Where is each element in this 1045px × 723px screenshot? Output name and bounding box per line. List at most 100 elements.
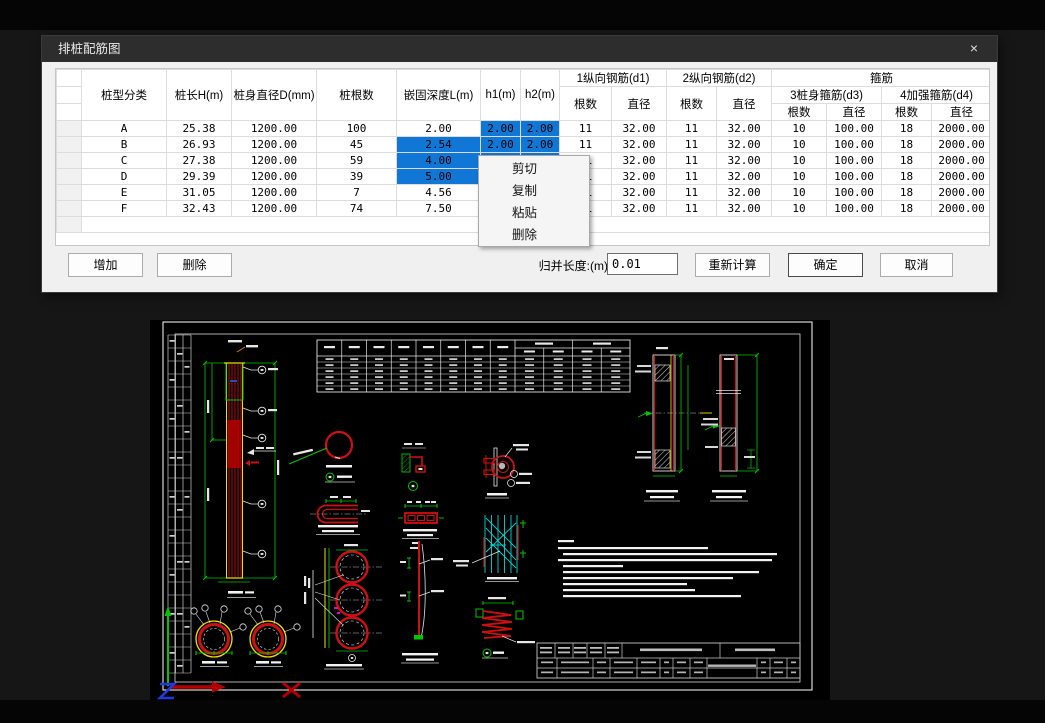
grid-cell-r2c3[interactable]: 59 [317,153,397,169]
grid-cell-r5c10[interactable]: 32.00 [717,201,772,217]
grid-cell-r3c8[interactable]: 32.00 [612,169,667,185]
grid-cell-r0c3[interactable]: 100 [317,121,397,137]
grid-cell-r5c9[interactable]: 11 [667,201,717,217]
grid-cell-r0c12[interactable]: 100.00 [827,121,882,137]
grid-cell-r4c9[interactable]: 11 [667,185,717,201]
grid-cell-r5c12[interactable]: 100.00 [827,201,882,217]
grid-cell-r0c9[interactable]: 11 [667,121,717,137]
grid-cell-r3c9[interactable]: 11 [667,169,717,185]
col-header-pile-type[interactable]: 桩型分类 [82,70,167,121]
grid-cell-r3c4[interactable]: 5.00 [397,169,481,185]
grid-cell-r3c10[interactable]: 32.00 [717,169,772,185]
grid-cell-r2c8[interactable]: 32.00 [612,153,667,169]
grid-cell-r5c13[interactable]: 18 [882,201,932,217]
grid-cell-r2c1[interactable]: 27.38 [167,153,232,169]
grid-cell-r3c12[interactable]: 100.00 [827,169,882,185]
row-header[interactable] [57,185,82,201]
grid-cell-r2c0[interactable]: C [82,153,167,169]
grid-cell-r4c4[interactable]: 4.56 [397,185,481,201]
grid-cell-r5c0[interactable]: F [82,201,167,217]
grid-cell-r3c1[interactable]: 29.39 [167,169,232,185]
col-header-d3-dia[interactable]: 直径 [827,104,882,121]
delete-button[interactable]: 删除 [157,253,232,277]
grid-cell-r5c1[interactable]: 32.43 [167,201,232,217]
grid-cell-r2c14[interactable]: 2000.00 [932,153,990,169]
row-header[interactable] [57,121,82,137]
grid-cell-r1c0[interactable]: B [82,137,167,153]
context-menu-item-1[interactable]: 复制 [479,180,589,202]
grid-cell-r0c0[interactable]: A [82,121,167,137]
grid-cell-r1c8[interactable]: 32.00 [612,137,667,153]
context-menu-item-2[interactable]: 粘贴 [479,202,589,224]
grid-cell-r3c11[interactable]: 10 [772,169,827,185]
grid-cell-r5c11[interactable]: 10 [772,201,827,217]
row-header[interactable] [57,201,82,217]
grid-cell-r4c3[interactable]: 7 [317,185,397,201]
grid-cell-r3c2[interactable]: 1200.00 [232,169,317,185]
grid-cell-r1c3[interactable]: 45 [317,137,397,153]
row-header[interactable] [57,153,82,169]
grid-cell-r1c10[interactable]: 32.00 [717,137,772,153]
grid-cell-r0c11[interactable]: 10 [772,121,827,137]
col-header-pile-count[interactable]: 桩根数 [317,70,397,121]
grid-cell-r1c7[interactable]: 11 [560,137,612,153]
col-header-d1-dia[interactable]: 直径 [612,87,667,121]
col-header-pile-diameter[interactable]: 桩身直径D(mm) [232,70,317,121]
col-header-d1-count[interactable]: 根数 [560,87,612,121]
col-header-h2[interactable]: h2(m) [521,70,560,121]
grid-cell-r5c14[interactable]: 2000.00 [932,201,990,217]
grid-cell-r3c0[interactable]: D [82,169,167,185]
close-icon[interactable]: × [959,36,989,62]
grid-cell-r4c13[interactable]: 18 [882,185,932,201]
grid-cell-r1c14[interactable]: 2000.00 [932,137,990,153]
grid-cell-r0c4[interactable]: 2.00 [397,121,481,137]
grid-cell-r2c12[interactable]: 100.00 [827,153,882,169]
cad-drawing-canvas[interactable] [150,320,830,700]
grid-cell-r4c10[interactable]: 32.00 [717,185,772,201]
grid-cell-r4c11[interactable]: 10 [772,185,827,201]
merge-length-input[interactable] [607,253,678,275]
grid-cell-r4c0[interactable]: E [82,185,167,201]
grid-cell-r2c11[interactable]: 10 [772,153,827,169]
add-button[interactable]: 增加 [68,253,143,277]
grid-cell-r5c2[interactable]: 1200.00 [232,201,317,217]
context-menu-item-3[interactable]: 删除 [479,224,589,246]
grid-cell-r2c2[interactable]: 1200.00 [232,153,317,169]
grid-cell-r1c4[interactable]: 2.54 [397,137,481,153]
grid-cell-r0c8[interactable]: 32.00 [612,121,667,137]
cancel-button[interactable]: 取消 [880,253,953,277]
grid-cell-r4c8[interactable]: 32.00 [612,185,667,201]
grid-cell-r2c4[interactable]: 4.00 [397,153,481,169]
grid-cell-r0c14[interactable]: 2000.00 [932,121,990,137]
grid-cell-r4c2[interactable]: 1200.00 [232,185,317,201]
grid-cell-r0c7[interactable]: 11 [560,121,612,137]
col-header-h1[interactable]: h1(m) [481,70,521,121]
grid-cell-r1c6[interactable]: 2.00 [521,137,560,153]
grid-cell-r1c11[interactable]: 10 [772,137,827,153]
grid-cell-r3c14[interactable]: 2000.00 [932,169,990,185]
col-header-d3-count[interactable]: 根数 [772,104,827,121]
grid-cell-r1c1[interactable]: 26.93 [167,137,232,153]
grid-cell-r1c5[interactable]: 2.00 [481,137,521,153]
grid-cell-r1c13[interactable]: 18 [882,137,932,153]
grid-cell-r4c1[interactable]: 31.05 [167,185,232,201]
col-header-d2-count[interactable]: 根数 [667,87,717,121]
col-header-embed-depth[interactable]: 嵌固深度L(m) [397,70,481,121]
grid-cell-r2c10[interactable]: 32.00 [717,153,772,169]
col-header-d2-dia[interactable]: 直径 [717,87,772,121]
grid-cell-r0c13[interactable]: 18 [882,121,932,137]
grid-cell-r5c8[interactable]: 32.00 [612,201,667,217]
grid-cell-r1c12[interactable]: 100.00 [827,137,882,153]
ok-button[interactable]: 确定 [788,253,863,277]
row-header[interactable] [57,169,82,185]
grid-cell-r4c14[interactable]: 2000.00 [932,185,990,201]
grid-cell-r2c9[interactable]: 11 [667,153,717,169]
grid-cell-r1c9[interactable]: 11 [667,137,717,153]
col-header-pile-length[interactable]: 桩长H(m) [167,70,232,121]
col-header-d4-dia[interactable]: 直径 [932,104,990,121]
dialog-titlebar[interactable]: 排桩配筋图 × [42,36,997,62]
col-header-d4-count[interactable]: 根数 [882,104,932,121]
grid-cell-r5c3[interactable]: 74 [317,201,397,217]
grid-cell-r0c5[interactable]: 2.00 [481,121,521,137]
grid-cell-r1c2[interactable]: 1200.00 [232,137,317,153]
